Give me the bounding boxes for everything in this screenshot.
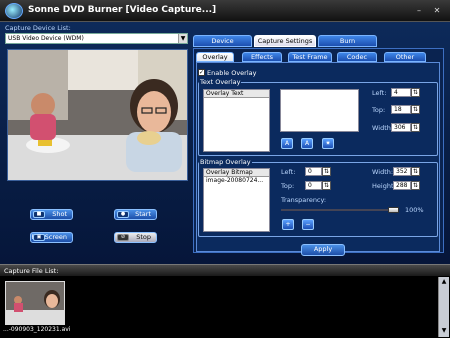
transparency-slider-thumb[interactable] — [388, 207, 399, 213]
preview-image — [8, 50, 187, 180]
record-icon: ● — [117, 211, 129, 218]
apply-button[interactable]: Apply — [301, 244, 345, 256]
full-screen-button[interactable]: ▣ Full Screen — [30, 232, 73, 243]
video-preview — [7, 49, 188, 181]
overlay-text-editor[interactable] — [280, 89, 359, 132]
bitmap-overlay-title: Bitmap Overlay — [199, 158, 252, 166]
effect-button[interactable]: ✷ — [322, 138, 334, 149]
text-left-label: Left: — [372, 89, 387, 97]
remove-bitmap-button[interactable]: − — [302, 219, 314, 230]
transparency-label: Transparency: — [281, 196, 327, 204]
capture-file-list-bar: Capture File List: — [0, 264, 450, 276]
scroll-down-icon[interactable]: ▼ — [440, 327, 448, 335]
overlay-bitmap-list[interactable]: Overlay Bitmap image-20080724... — [203, 168, 270, 232]
bitmap-width-input[interactable]: 352 — [393, 167, 411, 176]
stop-button[interactable]: ⊘ Stop — [114, 232, 157, 243]
transparency-slider[interactable] — [281, 209, 399, 211]
text-color-button[interactable]: A — [301, 138, 313, 149]
stop-icon: ⊘ — [117, 234, 129, 241]
capture-device-label: Capture Device List: — [5, 24, 71, 32]
camera-icon: ■ — [33, 211, 45, 218]
text-width-input[interactable]: 306 — [391, 123, 411, 132]
app-logo-icon — [5, 3, 23, 19]
list-item[interactable]: image-20080724... — [204, 177, 269, 185]
add-bitmap-button[interactable]: + — [282, 219, 294, 230]
text-left-input[interactable]: 4 — [391, 88, 411, 97]
font-button[interactable]: A — [281, 138, 293, 149]
window-title: Sonne DVD Burner [Video Capture...] — [28, 5, 217, 15]
bitmap-left-spin[interactable]: ⇅ — [322, 167, 331, 176]
tab-test-frame[interactable]: Test Frame — [288, 52, 332, 62]
text-top-input[interactable]: 18 — [391, 105, 411, 114]
bitmap-top-input[interactable]: 0 — [305, 181, 322, 190]
text-overlay-title: Text Overlay — [199, 78, 242, 86]
title-bar: Sonne DVD Burner [Video Capture...] – ✕ — [0, 0, 450, 22]
enable-overlay-checkbox[interactable]: ✓ — [198, 69, 205, 76]
start-label: Start — [135, 210, 151, 218]
overlay-bitmap-header: Overlay Bitmap — [204, 169, 269, 177]
shot-label: Shot — [52, 210, 67, 218]
minimize-button[interactable]: – — [414, 6, 424, 16]
remove-image-icon: − — [305, 221, 311, 228]
bitmap-left-label: Left: — [281, 168, 296, 176]
text-top-label: Top: — [372, 106, 386, 114]
add-image-icon: + — [285, 221, 291, 228]
start-button[interactable]: ● Start — [114, 209, 157, 220]
tab-capture-settings[interactable]: Capture Settings — [254, 35, 316, 47]
tab-codec[interactable]: Codec — [337, 52, 377, 62]
scroll-up-icon[interactable]: ▲ — [440, 278, 448, 286]
close-button[interactable]: ✕ — [432, 6, 442, 16]
file-thumbnail[interactable] — [5, 281, 65, 325]
bitmap-top-label: Top: — [281, 182, 295, 190]
file-list-scrollbar[interactable]: ▲ ▼ — [438, 277, 449, 337]
shot-button[interactable]: ■ Shot — [30, 209, 73, 220]
text-top-spin[interactable]: ⇅ — [411, 105, 420, 114]
apply-label: Apply — [313, 245, 333, 253]
tab-effects[interactable]: Effects — [242, 52, 282, 62]
capture-device-value: USB Video Device (WDM) — [8, 35, 84, 42]
tab-overlay[interactable]: Overlay — [196, 52, 234, 62]
transparency-value: 100% — [405, 206, 424, 214]
stop-label: Stop — [136, 233, 151, 241]
fullscreen-icon: ▣ — [33, 234, 45, 241]
enable-overlay-label: Enable Overlay — [207, 69, 257, 77]
text-left-spin[interactable]: ⇅ — [411, 88, 420, 97]
text-width-spin[interactable]: ⇅ — [411, 123, 420, 132]
tab-device[interactable]: Device — [193, 35, 252, 47]
font-icon: A — [284, 140, 290, 147]
bitmap-top-spin[interactable]: ⇅ — [322, 181, 331, 190]
color-icon: A — [304, 140, 310, 147]
tab-burn[interactable]: Burn — [318, 35, 377, 47]
bitmap-width-spin[interactable]: ⇅ — [411, 167, 420, 176]
overlay-text-list[interactable]: Overlay Text — [203, 89, 270, 152]
chevron-down-icon[interactable]: ▼ — [178, 34, 187, 43]
star-icon: ✷ — [325, 140, 331, 147]
bitmap-width-label: Width: — [372, 168, 394, 176]
bitmap-left-input[interactable]: 0 — [305, 167, 322, 176]
thumbnail-image — [6, 282, 64, 324]
capture-device-select[interactable]: USB Video Device (WDM) ▼ — [5, 33, 188, 44]
capture-file-list-label: Capture File List: — [4, 267, 59, 275]
bitmap-height-input[interactable]: 288 — [393, 181, 411, 190]
text-width-label: Width: — [372, 124, 394, 132]
bitmap-height-label: Height — [372, 182, 394, 190]
bitmap-height-spin[interactable]: ⇅ — [411, 181, 420, 190]
file-name: ...-090903_120231.avi — [3, 326, 71, 333]
overlay-text-header: Overlay Text — [204, 90, 269, 98]
tab-other[interactable]: Other — [384, 52, 426, 62]
